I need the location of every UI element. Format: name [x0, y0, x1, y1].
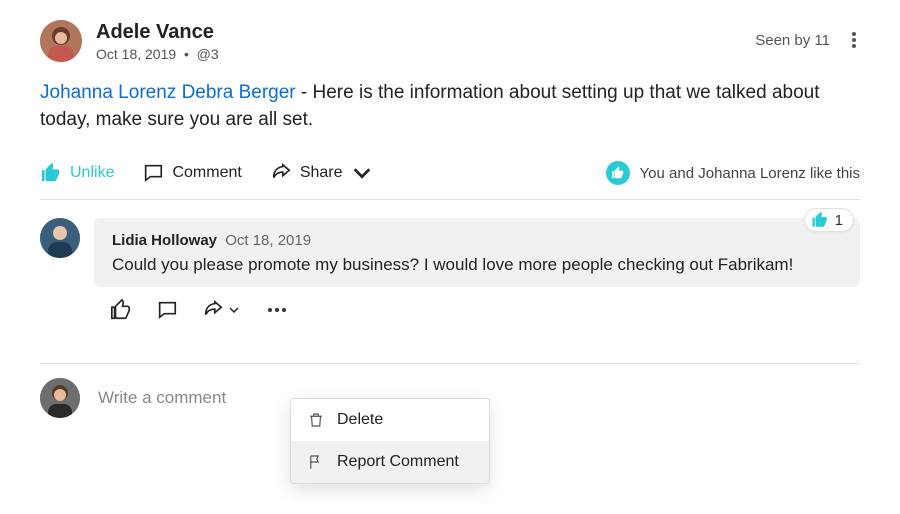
comment-block: 1 Lidia Holloway Oct 18, 2019 Could you …: [40, 218, 860, 321]
comment-column: 1 Lidia Holloway Oct 18, 2019 Could you …: [94, 218, 860, 321]
post-header: Adele Vance Oct 18, 2019 • @3 Seen by 11: [40, 20, 860, 62]
header-right: Seen by 11: [755, 20, 860, 52]
comment-date: Oct 18, 2019: [225, 232, 311, 249]
menu-delete[interactable]: Delete: [291, 399, 489, 441]
comment-actions: [94, 291, 860, 321]
share-button[interactable]: Share: [270, 162, 373, 184]
comment-author-avatar[interactable]: [40, 218, 80, 258]
like-badge-icon: [606, 161, 630, 185]
dot-separator: •: [184, 46, 189, 62]
like-summary[interactable]: You and Johanna Lorenz like this: [606, 161, 860, 185]
share-icon: [270, 162, 292, 184]
seen-by-label[interactable]: Seen by 11: [755, 32, 830, 49]
comment-button[interactable]: Comment: [142, 162, 241, 184]
comment-bubble: 1 Lidia Holloway Oct 18, 2019 Could you …: [94, 218, 860, 287]
chevron-down-icon: [351, 162, 373, 184]
unlike-button[interactable]: Unlike: [40, 162, 114, 184]
like-summary-text: You and Johanna Lorenz like this: [640, 165, 860, 182]
mention-link[interactable]: Debra Berger: [182, 82, 296, 103]
post-card: Adele Vance Oct 18, 2019 • @3 Seen by 11…: [0, 0, 900, 514]
current-user-avatar[interactable]: [40, 378, 80, 418]
thumb-up-icon: [811, 211, 829, 229]
comment-like-badge[interactable]: 1: [804, 208, 854, 232]
menu-report-comment[interactable]: Report Comment: [291, 441, 489, 483]
post-mention-id: @3: [197, 46, 219, 62]
comment-icon: [142, 162, 164, 184]
comment-more-button[interactable]: [264, 302, 290, 318]
unlike-label: Unlike: [70, 164, 114, 182]
comment-label: Comment: [172, 164, 241, 182]
menu-report-label: Report Comment: [337, 453, 459, 471]
post-body: Johanna Lorenz Debra Berger - Here is th…: [40, 80, 860, 133]
menu-delete-label: Delete: [337, 411, 383, 429]
flag-icon: [307, 453, 325, 471]
comment-like-button[interactable]: [110, 299, 132, 321]
mention-link[interactable]: Johanna Lorenz: [40, 82, 176, 103]
comment-head: Lidia Holloway Oct 18, 2019: [112, 232, 842, 249]
post-more-icon[interactable]: [848, 28, 860, 52]
post-action-bar: Unlike Comment Share You and Johanna Lor…: [40, 155, 860, 200]
comment-reply-button[interactable]: [156, 299, 178, 321]
comment-author-name[interactable]: Lidia Holloway: [112, 232, 217, 249]
author-name[interactable]: Adele Vance: [96, 20, 741, 44]
comment-text: Could you please promote my business? I …: [112, 253, 842, 277]
author-avatar[interactable]: [40, 20, 82, 62]
trash-icon: [307, 411, 325, 429]
comment-like-count: 1: [835, 212, 843, 229]
post-timestamp: Oct 18, 2019 • @3: [96, 46, 741, 62]
thumb-up-icon: [40, 162, 62, 184]
share-label: Share: [300, 164, 343, 182]
post-meta: Adele Vance Oct 18, 2019 • @3: [96, 20, 741, 62]
chevron-down-icon: [228, 304, 240, 316]
comment-context-menu: Delete Report Comment: [290, 398, 490, 484]
post-date: Oct 18, 2019: [96, 46, 176, 62]
comment-share-button[interactable]: [202, 299, 240, 321]
